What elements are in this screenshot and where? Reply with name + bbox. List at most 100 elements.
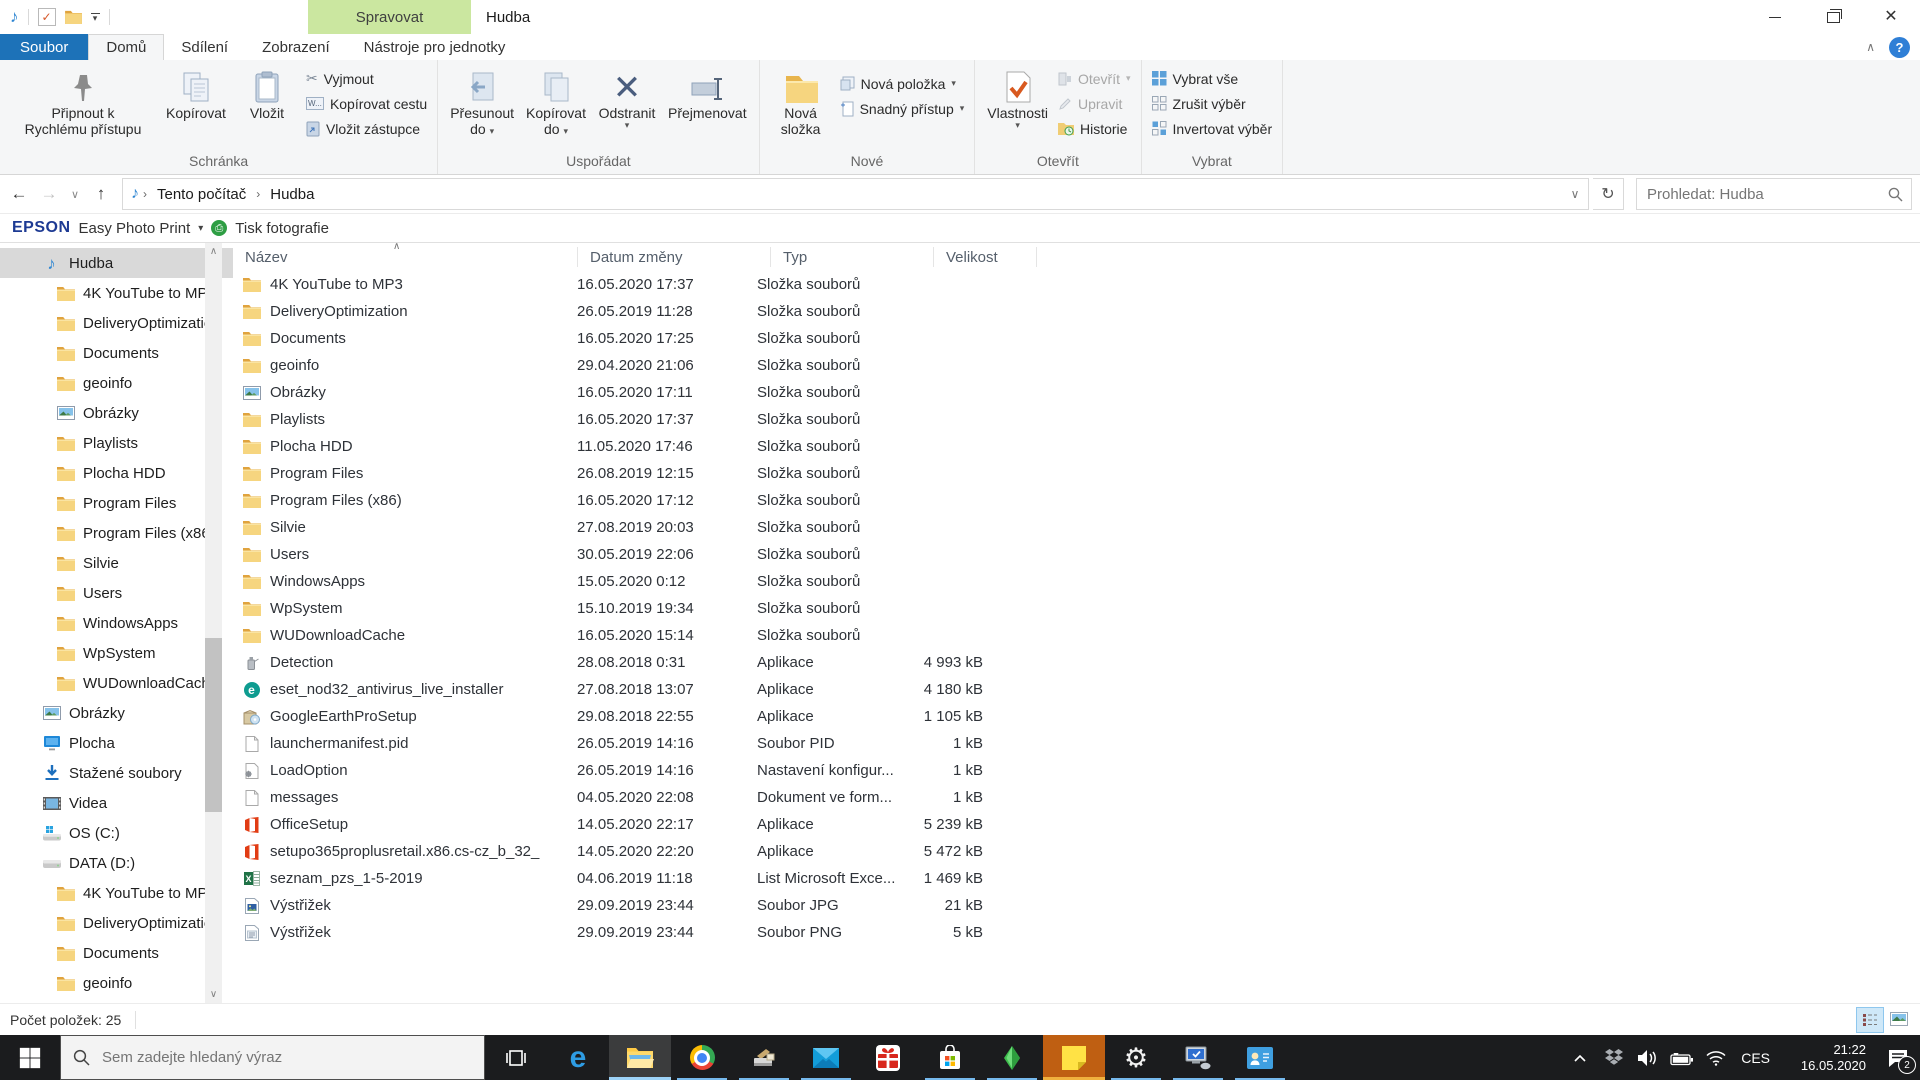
print-photo-button[interactable]: Tisk fotografie bbox=[235, 220, 329, 237]
sidebar-item-obr-zky[interactable]: Obrázky bbox=[0, 398, 233, 428]
paste-button[interactable]: Vložit bbox=[232, 63, 302, 121]
column-header-size[interactable]: Velikost bbox=[934, 247, 1037, 267]
volume-icon[interactable] bbox=[1631, 1035, 1665, 1080]
select-all-button[interactable]: Vybrat vše bbox=[1148, 66, 1277, 91]
table-row[interactable]: LoadOption 26.05.2019 14:16 Nastavení konf… bbox=[233, 757, 1920, 784]
sidebar-item-deliveryoptimization[interactable]: DeliveryOptimization bbox=[0, 908, 233, 938]
table-row[interactable]: geoinfo 29.04.2020 21:06 Složka souborů bbox=[233, 352, 1920, 379]
rename-button[interactable]: Přejmenovat bbox=[662, 63, 753, 121]
sidebar-item-deliveryoptimization[interactable]: DeliveryOptimization bbox=[0, 308, 233, 338]
easy-access-button[interactable]: Snadný přístup ▾ bbox=[836, 96, 969, 121]
sidebar-item-program-files[interactable]: Program Files bbox=[0, 488, 233, 518]
table-row[interactable]: 4K YouTube to MP3 16.05.2020 17:37 Složka … bbox=[233, 271, 1920, 298]
sidebar-item-users[interactable]: Users bbox=[0, 578, 233, 608]
dropbox-icon[interactable] bbox=[1597, 1035, 1631, 1080]
sidebar-item-geoinfo[interactable]: geoinfo bbox=[0, 368, 233, 398]
language-indicator[interactable]: CES bbox=[1733, 1050, 1778, 1066]
wifi-icon[interactable] bbox=[1699, 1035, 1733, 1080]
column-header-type[interactable]: Typ bbox=[771, 247, 934, 267]
table-row[interactable]: Plocha HDD 11.05.2020 17:46 Složka souborů bbox=[233, 433, 1920, 460]
delete-button[interactable]: ✕ Odstranit ▾ bbox=[592, 63, 662, 130]
epson-tool-button[interactable]: Easy Photo Print bbox=[79, 220, 191, 237]
table-row[interactable]: WindowsApps 15.05.2020 0:12 Složka souborů bbox=[233, 568, 1920, 595]
table-row[interactable]: e eset_nod32_antivirus_live_installer 27.0… bbox=[233, 676, 1920, 703]
breadcrumb-this-pc[interactable]: Tento počítač bbox=[149, 179, 254, 209]
taskbar-app-task-view[interactable] bbox=[485, 1035, 547, 1080]
scrollbar-thumb[interactable] bbox=[205, 637, 222, 812]
table-row[interactable]: Obrázky 16.05.2020 17:11 Složka souborů bbox=[233, 379, 1920, 406]
table-row[interactable]: Users 30.05.2019 22:06 Složka souborů bbox=[233, 541, 1920, 568]
breadcrumb-current[interactable]: Hudba bbox=[262, 179, 322, 209]
taskbar-app-sticky-notes[interactable] bbox=[1043, 1035, 1105, 1080]
sidebar-item-wpsystem[interactable]: WpSystem bbox=[0, 638, 233, 668]
table-row[interactable]: launchermanifest.pid 26.05.2019 14:16 Soub… bbox=[233, 730, 1920, 757]
taskbar-app-gift-app[interactable] bbox=[857, 1035, 919, 1080]
taskbar-app-edge[interactable]: e bbox=[547, 1035, 609, 1080]
taskbar-app-mail[interactable] bbox=[795, 1035, 857, 1080]
tab-view[interactable]: Zobrazení bbox=[245, 34, 347, 60]
sidebar-item-plocha-hdd[interactable]: Plocha HDD bbox=[0, 458, 233, 488]
breadcrumb-chevron-icon[interactable]: › bbox=[254, 187, 262, 201]
table-row[interactable]: WpSystem 15.10.2019 19:34 Složka souborů bbox=[233, 595, 1920, 622]
table-row[interactable]: WUDownloadCache 16.05.2020 15:14 Složka so… bbox=[233, 622, 1920, 649]
table-row[interactable]: Výstřižek 29.09.2019 23:44 Soubor PNG 5 kB bbox=[233, 919, 1920, 946]
cut-button[interactable]: ✂ Vyjmout bbox=[302, 66, 431, 91]
search-input[interactable] bbox=[1645, 184, 1882, 204]
epson-dropdown-icon[interactable]: ▾ bbox=[198, 223, 203, 234]
table-row[interactable]: DeliveryOptimization 26.05.2019 11:28 Slož… bbox=[233, 298, 1920, 325]
collapse-ribbon-icon[interactable]: ∧ bbox=[1866, 40, 1875, 54]
tab-drive-tools[interactable]: Nástroje pro jednotky bbox=[347, 34, 523, 60]
edit-button[interactable]: Upravit bbox=[1054, 91, 1135, 116]
invert-selection-button[interactable]: Invertovat výběr bbox=[1148, 116, 1277, 141]
taskbar-app-settings[interactable]: ⚙ bbox=[1105, 1035, 1167, 1080]
sidebar-item-hudba[interactable]: ♪ Hudba bbox=[0, 248, 233, 278]
sidebar-item-data-d-[interactable]: DATA (D:) bbox=[0, 848, 233, 878]
sidebar-item-documents[interactable]: Documents bbox=[0, 938, 233, 968]
new-folder-qat-icon[interactable] bbox=[64, 10, 82, 24]
scroll-down-icon[interactable]: ∨ bbox=[205, 986, 222, 1003]
up-button[interactable]: ↑ bbox=[88, 181, 114, 207]
help-icon[interactable]: ? bbox=[1889, 36, 1910, 58]
copy-path-button[interactable]: W... Kopírovat cestu bbox=[302, 91, 431, 116]
sidebar-item-playlists[interactable]: Playlists bbox=[0, 428, 233, 458]
search-box[interactable] bbox=[1636, 178, 1912, 210]
paste-shortcut-button[interactable]: Vložit zástupce bbox=[302, 116, 431, 141]
table-row[interactable]: Documents 16.05.2020 17:25 Složka souborů bbox=[233, 325, 1920, 352]
action-center-button[interactable]: 2 bbox=[1876, 1035, 1920, 1080]
sidebar-item-4k-youtube-to-mp3[interactable]: 4K YouTube to MP3 bbox=[0, 278, 233, 308]
restore-button[interactable] bbox=[1804, 0, 1862, 34]
sidebar-item-os-c-[interactable]: OS (C:) bbox=[0, 818, 233, 848]
taskbar-search-box[interactable] bbox=[60, 1035, 485, 1080]
table-row[interactable]: Program Files 26.08.2019 12:15 Složka soub… bbox=[233, 460, 1920, 487]
sidebar-item-program-files-x86-[interactable]: Program Files (x86) bbox=[0, 518, 233, 548]
sidebar-item-sta-en-soubory[interactable]: Stažené soubory bbox=[0, 758, 233, 788]
copy-to-button[interactable]: Kopírovat do ▾ bbox=[520, 63, 592, 137]
new-item-button[interactable]: Nová položka ▾ bbox=[836, 71, 969, 96]
sidebar-item-obr-zky[interactable]: Obrázky bbox=[0, 698, 233, 728]
sidebar-item-documents[interactable]: Documents bbox=[0, 338, 233, 368]
taskbar-app-print-app[interactable] bbox=[733, 1035, 795, 1080]
sidebar-item-videa[interactable]: Videa bbox=[0, 788, 233, 818]
taskbar-app-file-explorer[interactable] bbox=[609, 1035, 671, 1080]
sidebar-item-4k-youtube-to-mp3[interactable]: 4K YouTube to MP3 bbox=[0, 878, 233, 908]
sidebar-item-plocha[interactable]: Plocha bbox=[0, 728, 233, 758]
thumbnail-view-button[interactable] bbox=[1886, 1007, 1912, 1031]
minimize-button[interactable] bbox=[1746, 0, 1804, 34]
open-button[interactable]: Otevřít ▾ bbox=[1054, 66, 1135, 91]
tab-home[interactable]: Domů bbox=[88, 34, 165, 60]
tray-chevron-up-icon[interactable] bbox=[1563, 1035, 1597, 1080]
breadcrumb-chevron-icon[interactable]: › bbox=[141, 187, 149, 201]
customize-qat-icon[interactable]: ▾ bbox=[90, 13, 100, 23]
sidebar-item-geoinfo[interactable]: geoinfo bbox=[0, 968, 233, 998]
select-none-button[interactable]: Zrušit výběr bbox=[1148, 91, 1277, 116]
close-button[interactable]: ✕ bbox=[1862, 0, 1920, 34]
contextual-tab-header[interactable]: Spravovat bbox=[308, 0, 471, 34]
address-box[interactable]: ♪ › Tento počítač › Hudba ∨ bbox=[122, 178, 1589, 210]
table-row[interactable]: Detection 28.08.2018 0:31 Aplikace 4 993 kB bbox=[233, 649, 1920, 676]
tab-share[interactable]: Sdílení bbox=[164, 34, 245, 60]
table-row[interactable]: Xseznam_pzs_1-5-2019 04.06.2019 11:18 List… bbox=[233, 865, 1920, 892]
refresh-icon[interactable]: ↻ bbox=[1593, 178, 1624, 210]
table-row[interactable]: Silvie 27.08.2019 20:03 Složka souborů bbox=[233, 514, 1920, 541]
taskbar-app-sims[interactable] bbox=[981, 1035, 1043, 1080]
recent-locations-icon[interactable]: ∨ bbox=[66, 181, 84, 207]
